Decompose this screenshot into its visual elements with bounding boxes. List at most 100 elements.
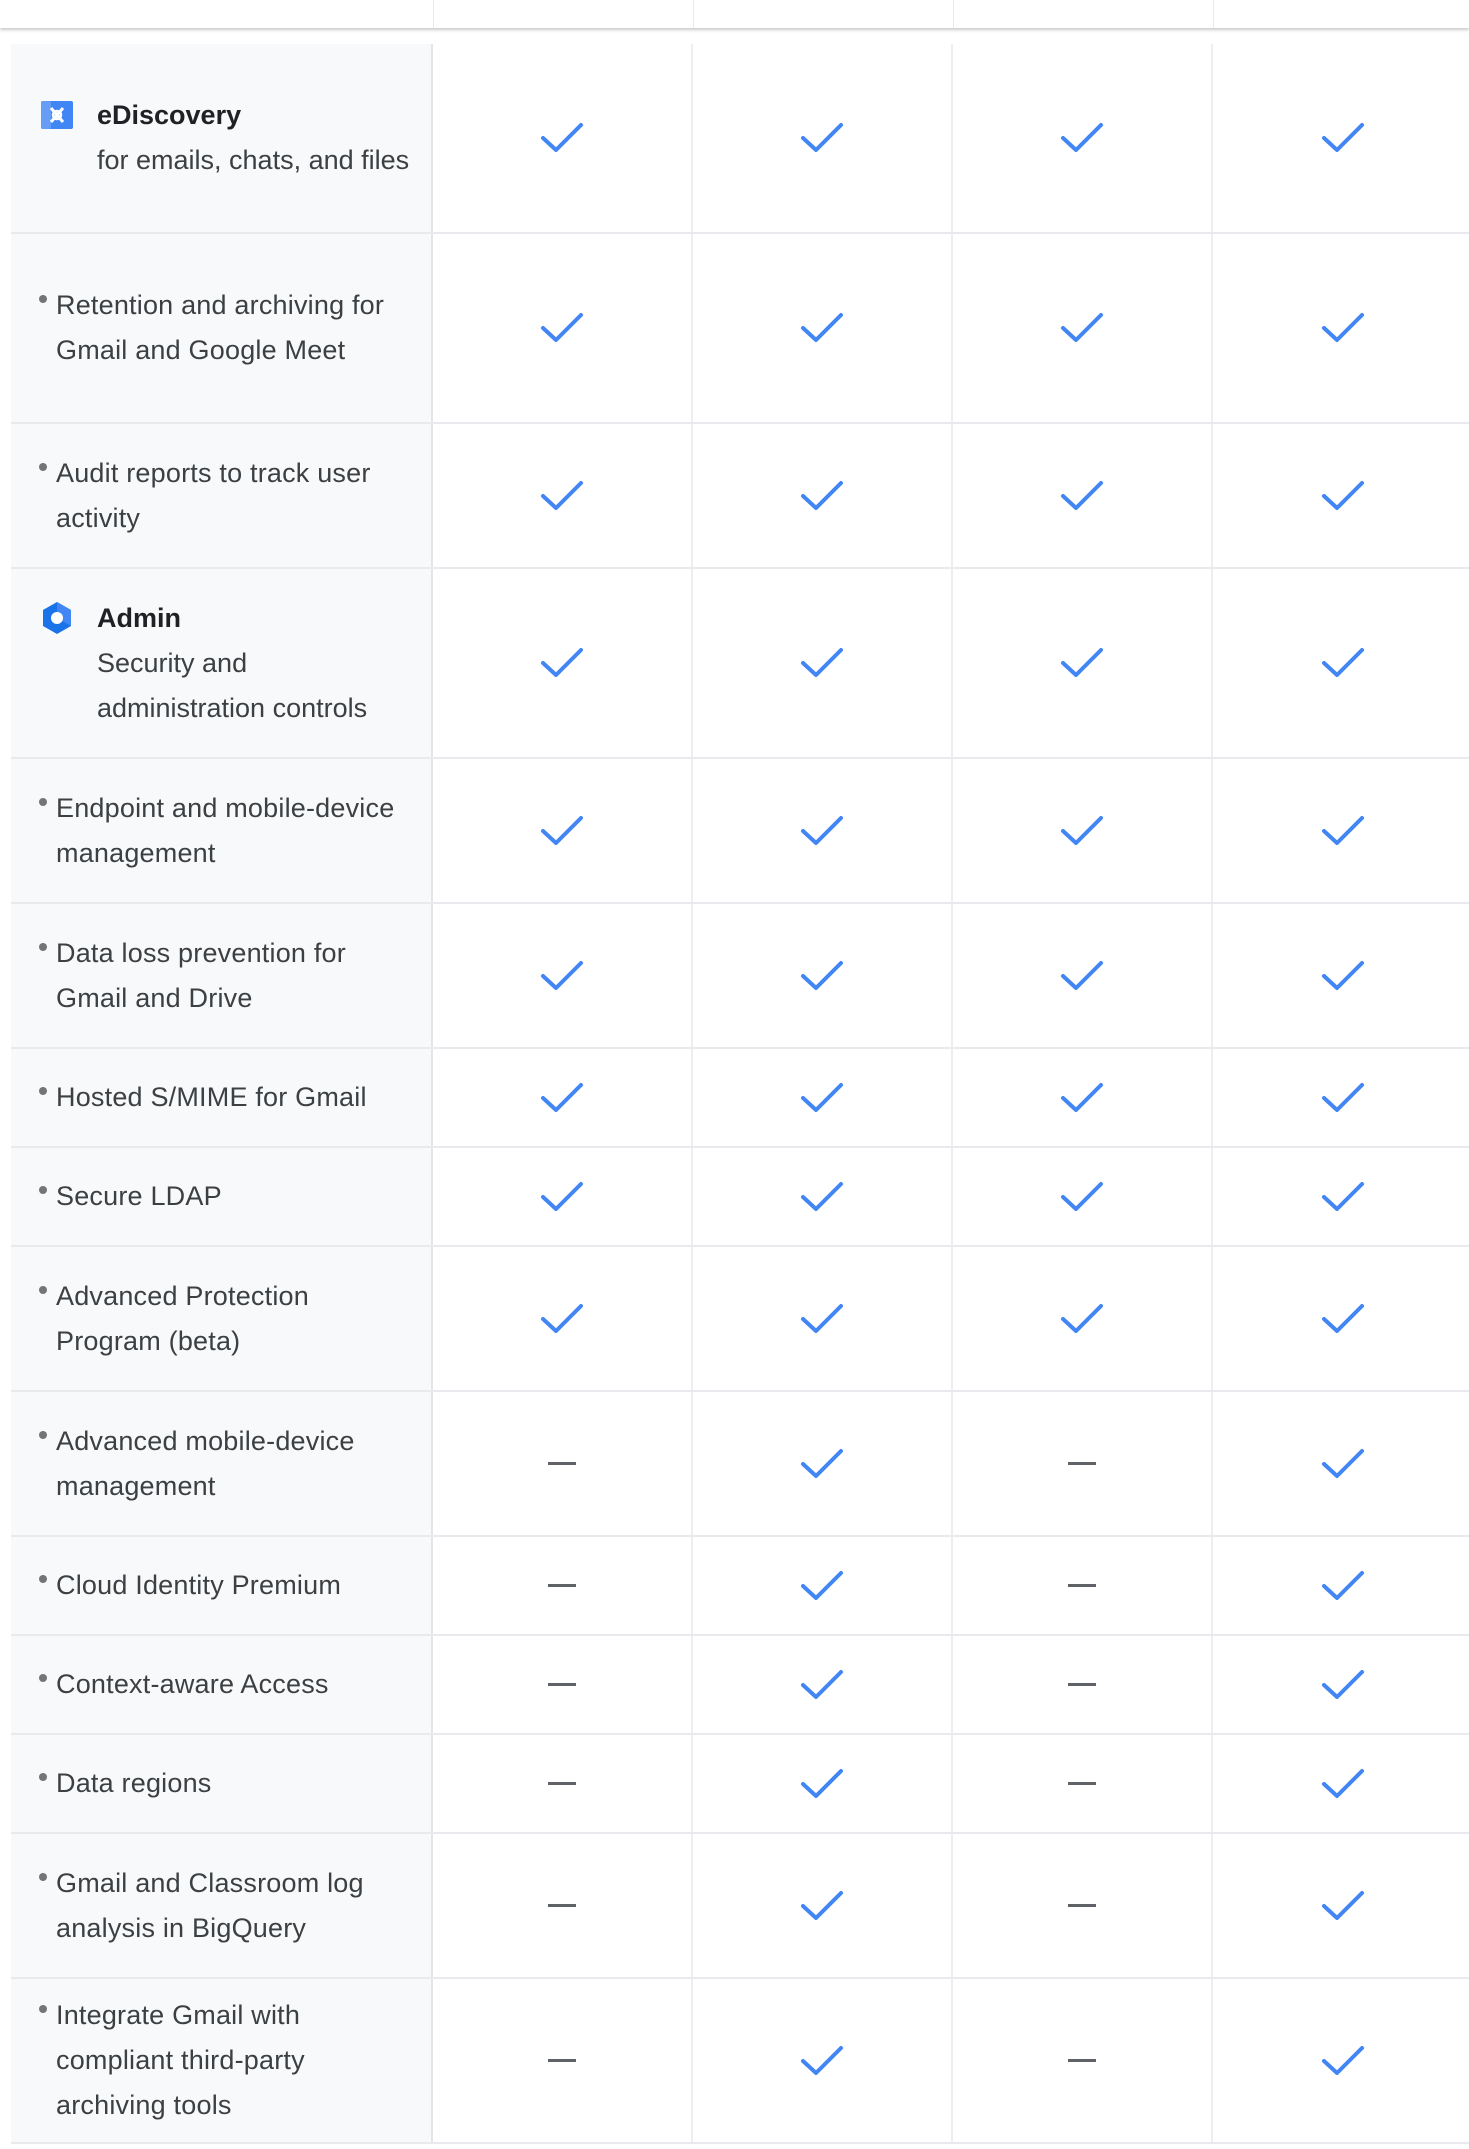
check-icon (541, 480, 583, 510)
plan-cell-3 (953, 1049, 1213, 1146)
plan-cell-2 (693, 1148, 953, 1245)
check-icon (1322, 480, 1364, 510)
plan-cell-4 (1213, 234, 1469, 422)
plan-cell-3 (953, 904, 1213, 1047)
bullet-icon (39, 942, 47, 951)
plan-cell-2 (693, 1049, 953, 1146)
plan-cell-4 (1213, 1735, 1469, 1832)
feature-item: Advanced Protection Program (beta) (39, 1274, 411, 1364)
comparison-table: eDiscovery for emails, chats, and files Re… (11, 44, 1469, 2144)
header-divider (953, 0, 954, 28)
plan-cell-3 (953, 44, 1213, 232)
feature-label: Data regions (56, 1768, 212, 1798)
plan-cell-1 (433, 234, 693, 422)
check-icon (1061, 313, 1103, 342)
feature-label-cell: Data loss prevention for Gmail and Drive (11, 904, 433, 1047)
product-description: Security and administration controls (97, 647, 368, 723)
not-included-dash-icon (1068, 1904, 1096, 1907)
feature-row: Endpoint and mobile-device management (11, 759, 1469, 904)
feature-item: Integrate Gmail with compliant third-par… (39, 1993, 411, 2128)
feature-item: Endpoint and mobile-device management (39, 786, 411, 876)
feature-row: Advanced Protection Program (beta) (11, 1247, 1469, 1392)
plan-cell-2 (693, 569, 953, 757)
not-included-dash-icon (548, 1584, 576, 1587)
header-divider (693, 0, 694, 28)
plan-cell-1 (433, 1537, 693, 1634)
plan-cell-4 (1213, 1979, 1469, 2142)
not-included-dash-icon (1068, 1462, 1096, 1465)
check-icon (1322, 2045, 1364, 2075)
check-icon (801, 815, 843, 845)
feature-row: Cloud Identity Premium (11, 1537, 1469, 1636)
plan-cell-1 (433, 569, 693, 757)
feature-label-cell: Data regions (11, 1735, 433, 1832)
check-icon (1322, 1303, 1364, 1333)
plan-cell-3 (953, 424, 1213, 567)
check-icon (801, 123, 843, 152)
feature-label-cell: eDiscovery for emails, chats, and files (11, 44, 433, 232)
check-icon (801, 1669, 843, 1699)
check-icon (1322, 1181, 1364, 1211)
not-included-dash-icon (548, 1462, 576, 1465)
bullet-icon (39, 2005, 47, 2013)
header-divider (1213, 0, 1214, 28)
plan-cell-4 (1213, 1148, 1469, 1245)
feature-item: Secure LDAP (39, 1174, 222, 1219)
check-icon (801, 1082, 843, 1112)
feature-label: Context-aware Access (56, 1669, 329, 1699)
plan-cell-2 (693, 44, 953, 232)
plan-cell-2 (693, 1537, 953, 1634)
plan-cell-4 (1213, 1392, 1469, 1535)
plan-cell-2 (693, 759, 953, 902)
plan-cell-3 (953, 1979, 1213, 2142)
plan-cell-3 (953, 1636, 1213, 1733)
feature-label: Advanced Protection Program (beta) (56, 1280, 309, 1356)
not-included-dash-icon (1068, 1683, 1096, 1686)
check-icon (1322, 1768, 1364, 1798)
feature-label: Integrate Gmail with compliant third-par… (56, 2000, 305, 2120)
plan-cell-1 (433, 1735, 693, 1832)
plan-cell-3 (953, 1148, 1213, 1245)
check-icon (541, 815, 583, 845)
bullet-icon (39, 1872, 47, 1881)
admin-icon (43, 601, 71, 634)
check-icon (1322, 648, 1364, 677)
not-included-dash-icon (1068, 1584, 1096, 1587)
not-included-dash-icon (1068, 1782, 1096, 1785)
feature-item: Gmail and Classroom log analysis in BigQ… (39, 1861, 411, 1951)
plan-cell-1 (433, 44, 693, 232)
check-icon (541, 648, 583, 677)
not-included-dash-icon (1068, 2059, 1096, 2062)
check-icon (801, 2045, 843, 2075)
check-icon (1061, 1303, 1103, 1333)
feature-item: Retention and archiving for Gmail and Go… (39, 283, 411, 373)
plan-cell-1 (433, 1049, 693, 1146)
check-icon (1061, 960, 1103, 990)
plan-cell-4 (1213, 44, 1469, 232)
feature-row: Advanced mobile-device management (11, 1392, 1469, 1537)
bullet-icon (39, 1674, 47, 1682)
check-icon (801, 648, 843, 677)
plan-cell-1 (433, 1247, 693, 1390)
check-icon (801, 1303, 843, 1333)
check-icon (1061, 648, 1103, 677)
feature-label-cell: Advanced Protection Program (beta) (11, 1247, 433, 1390)
sticky-header-bar (0, 0, 1469, 28)
plan-cell-4 (1213, 424, 1469, 567)
feature-label-cell: Retention and archiving for Gmail and Go… (11, 234, 433, 422)
plan-cell-4 (1213, 904, 1469, 1047)
plan-cell-2 (693, 1247, 953, 1390)
feature-row: Retention and archiving for Gmail and Go… (11, 234, 1469, 424)
plan-cell-4 (1213, 1834, 1469, 1977)
feature-row: Secure LDAP (11, 1148, 1469, 1247)
plan-cell-1 (433, 424, 693, 567)
feature-label-cell: Cloud Identity Premium (11, 1537, 433, 1634)
check-icon (1061, 815, 1103, 845)
check-icon (801, 1570, 843, 1600)
bullet-icon (39, 1186, 47, 1194)
plan-cell-3 (953, 1537, 1213, 1634)
plan-cell-4 (1213, 759, 1469, 902)
plan-cell-3 (953, 1247, 1213, 1390)
product-description: for emails, chats, and files (97, 145, 410, 175)
check-icon (1061, 1082, 1103, 1112)
